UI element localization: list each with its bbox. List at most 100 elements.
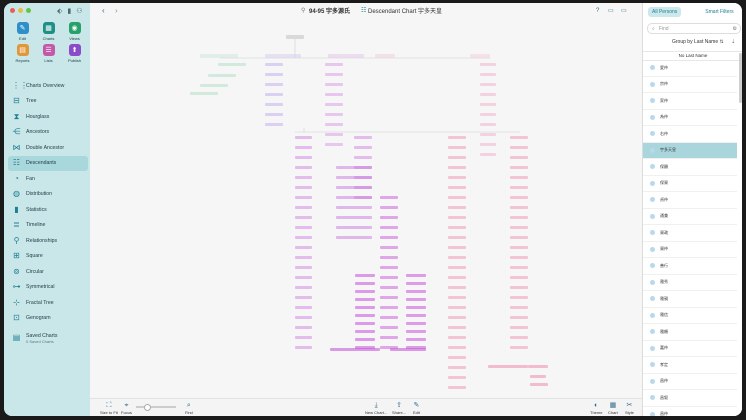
bottom-style-button[interactable]: ✂ Style xyxy=(625,402,634,415)
person-box[interactable] xyxy=(325,103,343,106)
person-box[interactable] xyxy=(336,196,372,199)
person-box[interactable] xyxy=(295,186,312,189)
person-box[interactable] xyxy=(406,282,426,285)
back-arrow-icon[interactable]: ‹ xyxy=(102,6,105,15)
person-row[interactable]: 雅頼 xyxy=(643,324,737,341)
person-box[interactable] xyxy=(510,256,528,259)
sidebar-edit-button[interactable]: ✎ Edit xyxy=(10,22,35,41)
person-box[interactable] xyxy=(448,186,466,189)
sidebar-item-tree[interactable]: ⊟ Tree xyxy=(8,94,88,110)
sidebar-reports-button[interactable]: ▤ Reports xyxy=(10,44,35,63)
person-box[interactable] xyxy=(448,346,466,349)
person-box[interactable] xyxy=(510,206,528,209)
person-box[interactable] xyxy=(380,216,398,219)
person-box[interactable] xyxy=(448,376,466,379)
bottom-find-button[interactable]: ⌕ Find xyxy=(185,402,193,415)
person-box[interactable] xyxy=(480,123,496,126)
sidebar-item-distribution[interactable]: ◍ Distribution xyxy=(8,187,88,203)
person-box[interactable] xyxy=(355,322,375,325)
person-box[interactable] xyxy=(336,216,372,219)
sidebar-item-relationships[interactable]: ⚲ Relationships xyxy=(8,233,88,249)
person-box[interactable] xyxy=(380,276,398,279)
person-box[interactable] xyxy=(448,246,466,249)
person-box[interactable] xyxy=(406,306,426,309)
person-box[interactable] xyxy=(448,226,466,229)
tag-icon[interactable]: ⬖ xyxy=(57,7,62,15)
person-box[interactable] xyxy=(295,236,312,239)
person-box[interactable] xyxy=(510,296,528,299)
person-box[interactable] xyxy=(530,383,548,386)
person-box[interactable] xyxy=(375,54,395,58)
person-row[interactable]: 雅秀 xyxy=(643,275,737,291)
person-box[interactable] xyxy=(200,54,238,58)
person-box[interactable] xyxy=(355,290,375,293)
sidebar-item-square[interactable]: ⊞ Square xyxy=(8,249,88,265)
person-box[interactable] xyxy=(448,366,466,369)
find-input[interactable]: ⌕ Find ⚙ xyxy=(647,23,741,34)
sidebar-lists-button[interactable]: ☰ Lists xyxy=(36,44,61,63)
bottom-new-chart-button[interactable]: ⤓ New Chart... xyxy=(365,402,387,415)
person-box[interactable] xyxy=(448,316,466,319)
sidebar-item-descendants[interactable]: ☷ Descendants xyxy=(8,155,88,171)
person-box[interactable] xyxy=(448,296,466,299)
person-box[interactable] xyxy=(480,153,496,156)
person-box[interactable] xyxy=(470,54,490,58)
person-box[interactable] xyxy=(448,276,466,279)
person-row[interactable]: 為仲 xyxy=(643,110,737,126)
person-row[interactable]: 愛仲 xyxy=(643,60,737,77)
person-box[interactable] xyxy=(295,276,312,279)
sidebar-publish-button[interactable]: ⬆ Publish xyxy=(62,44,87,63)
person-box[interactable] xyxy=(295,296,312,299)
person-box[interactable] xyxy=(295,226,312,229)
filter-icon[interactable]: ⚙ xyxy=(733,26,737,32)
person-box[interactable] xyxy=(295,176,312,179)
person-box[interactable] xyxy=(380,226,398,229)
person-box[interactable] xyxy=(325,143,343,146)
bottom-edit-button[interactable]: ✎ Edit xyxy=(413,402,420,415)
person-box[interactable] xyxy=(380,306,398,309)
sidebar-item-fractal-tree[interactable]: ⊹ Fractal Tree xyxy=(8,295,88,311)
person-box[interactable] xyxy=(448,236,466,239)
person-row[interactable]: 雅信 xyxy=(643,308,737,324)
person-box[interactable] xyxy=(510,246,528,249)
bottom-chart-button[interactable]: ▦ Chart xyxy=(608,402,618,415)
person-box[interactable] xyxy=(406,314,426,317)
person-box[interactable] xyxy=(295,166,312,169)
sidebar-item-genogram[interactable]: ⊡ Genogram xyxy=(8,311,88,327)
person-box[interactable] xyxy=(354,146,372,149)
person-row[interactable]: 貞仲 xyxy=(643,192,737,209)
person-box[interactable] xyxy=(336,186,372,189)
sidebar-item-saved-charts[interactable]: ▤ Saved Charts 0 Saved Charts xyxy=(8,326,88,350)
person-row[interactable]: 家仲 xyxy=(643,93,737,110)
panel-toggle-icon[interactable]: ▭ xyxy=(621,7,627,14)
person-box[interactable] xyxy=(510,136,528,139)
person-box[interactable] xyxy=(528,365,548,368)
person-box[interactable] xyxy=(295,286,312,289)
person-row[interactable]: 資政 xyxy=(643,225,737,242)
person-box[interactable] xyxy=(448,166,466,169)
person-box[interactable] xyxy=(325,73,343,76)
person-box[interactable] xyxy=(325,113,343,116)
person-box[interactable] xyxy=(265,83,283,86)
person-box[interactable] xyxy=(480,93,496,96)
person-row[interactable]: 善行 xyxy=(643,258,737,275)
person-box[interactable] xyxy=(325,83,343,86)
person-box[interactable] xyxy=(448,156,466,159)
person-box[interactable] xyxy=(510,306,528,309)
person-box[interactable] xyxy=(448,326,466,329)
person-box[interactable] xyxy=(448,216,466,219)
person-row[interactable]: 保資 xyxy=(643,176,737,192)
minimize-window-button[interactable] xyxy=(18,8,23,13)
person-box[interactable] xyxy=(380,316,398,319)
bookmark-icon[interactable]: ▮ xyxy=(67,7,71,15)
person-box[interactable] xyxy=(448,386,466,389)
person-box[interactable] xyxy=(510,216,528,219)
person-box[interactable] xyxy=(510,176,528,179)
person-box[interactable] xyxy=(448,146,466,149)
person-box[interactable] xyxy=(355,282,375,285)
person-box[interactable] xyxy=(265,54,301,58)
person-box[interactable] xyxy=(510,166,528,169)
person-box[interactable] xyxy=(380,256,398,259)
person-box[interactable] xyxy=(530,375,546,378)
person-box[interactable] xyxy=(510,186,528,189)
